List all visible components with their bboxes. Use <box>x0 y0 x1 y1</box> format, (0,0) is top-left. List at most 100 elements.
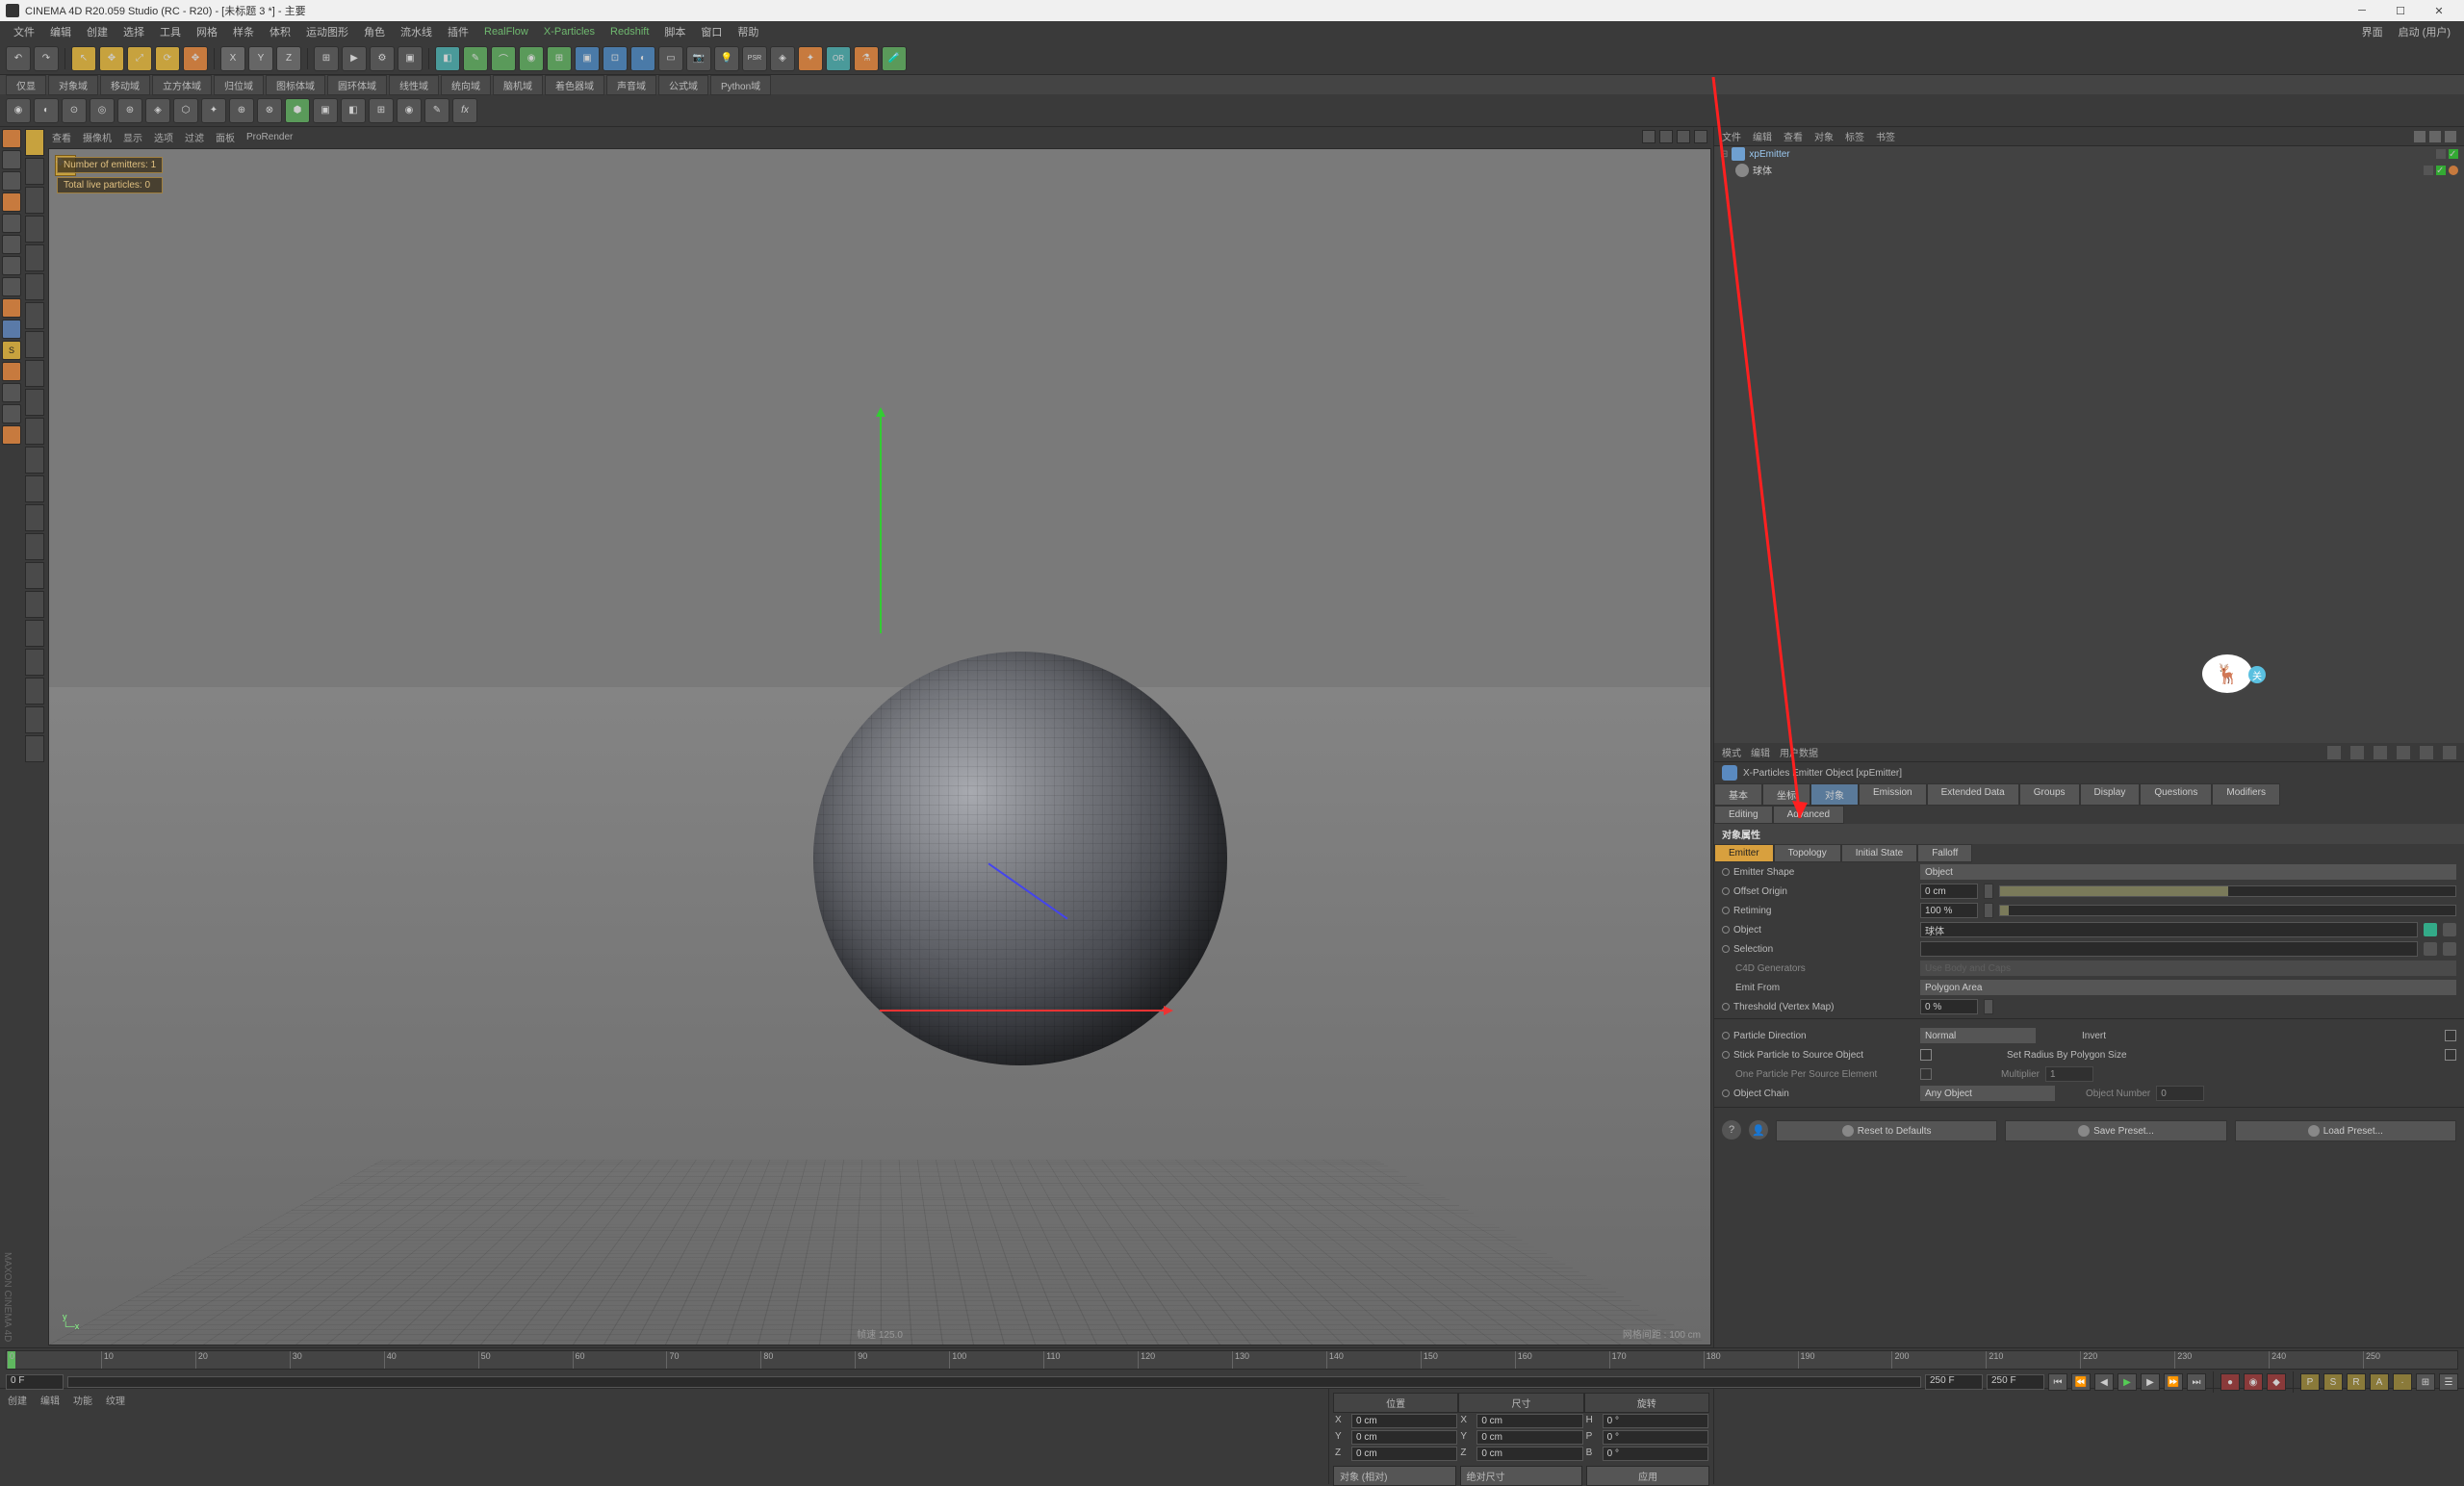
axis-x-gizmo[interactable] <box>880 1010 1168 1012</box>
render-view-button[interactable]: ▶ <box>342 46 367 71</box>
attr-nav-back[interactable] <box>2327 746 2341 759</box>
render-settings-button[interactable]: ⚙ <box>370 46 395 71</box>
spline-pen[interactable]: ✎ <box>463 46 488 71</box>
start-frame-input[interactable]: 0 F <box>6 1374 64 1390</box>
invert-checkbox[interactable] <box>2445 1030 2456 1041</box>
matmgr-menu-创建[interactable]: 创建 <box>8 1393 27 1407</box>
dock-b5[interactable] <box>2 214 21 233</box>
selection-clear-icon[interactable] <box>2443 942 2456 956</box>
menu-体积[interactable]: 体积 <box>262 24 298 39</box>
deformer-button[interactable]: ◐ <box>630 46 655 71</box>
x-axis-button[interactable]: X <box>220 46 245 71</box>
objmgr-menu-编辑[interactable]: 编辑 <box>1753 129 1772 143</box>
menu-流水线[interactable]: 流水线 <box>393 24 440 39</box>
viewmenu-过滤[interactable]: 过滤 <box>185 130 204 144</box>
lp-b4[interactable] <box>25 216 44 243</box>
lp-b15[interactable] <box>25 533 44 560</box>
vis-editor-toggle[interactable] <box>2436 149 2446 159</box>
selection-picker-icon[interactable] <box>2424 942 2437 956</box>
tool-b12[interactable]: ▣ <box>313 98 338 123</box>
xp-button[interactable]: ✦ <box>798 46 823 71</box>
tool-b1[interactable]: ◉ <box>6 98 31 123</box>
lp-b21[interactable] <box>25 706 44 733</box>
phong-tag-icon[interactable] <box>2449 166 2458 175</box>
attr-tab-基本[interactable]: 基本 <box>1714 783 1762 806</box>
rot-h-input[interactable]: 0 ° <box>1603 1414 1708 1428</box>
viewmenu-面板[interactable]: 面板 <box>216 130 235 144</box>
maximize-button[interactable]: ☐ <box>2381 0 2420 21</box>
attr-tab-Emission[interactable]: Emission <box>1859 783 1927 806</box>
menu-网格[interactable]: 网格 <box>189 24 225 39</box>
or-button[interactable]: OR <box>826 46 851 71</box>
chain-dropdown[interactable]: Any Object <box>1920 1086 2055 1101</box>
attr-tab-坐标[interactable]: 坐标 <box>1762 783 1810 806</box>
lp-b9[interactable] <box>25 360 44 387</box>
viewmenu-显示[interactable]: 显示 <box>123 130 142 144</box>
attr-tab-Modifiers[interactable]: Modifiers <box>2212 783 2280 806</box>
stick-checkbox[interactable] <box>1920 1049 1932 1061</box>
reset-defaults-button[interactable]: Reset to Defaults <box>1776 1120 1997 1141</box>
domain-tab[interactable]: 仅显 <box>6 75 46 95</box>
matmgr-menu-功能[interactable]: 功能 <box>73 1393 92 1407</box>
camera-button[interactable]: 📷 <box>686 46 711 71</box>
tool-b3[interactable]: ⊙ <box>62 98 87 123</box>
misc2-button[interactable]: 🧪 <box>882 46 907 71</box>
dock-b7[interactable] <box>2 256 21 275</box>
material-manager[interactable]: 创建编辑功能纹理 <box>0 1389 1328 1484</box>
misc-button[interactable]: ⚗ <box>854 46 879 71</box>
menu-Redshift[interactable]: Redshift <box>603 26 656 38</box>
attr-nav-up[interactable] <box>2374 746 2387 759</box>
menu-脚本[interactable]: 脚本 <box>656 24 693 39</box>
cloner-button[interactable]: ⊡ <box>603 46 628 71</box>
view-nav-1[interactable] <box>1642 130 1656 143</box>
objmgr-menu-查看[interactable]: 查看 <box>1784 129 1803 143</box>
close-button[interactable]: ✕ <box>2420 0 2458 21</box>
dock-b10[interactable] <box>2 320 21 339</box>
object-picker-icon[interactable] <box>2424 923 2437 936</box>
lp-b14[interactable] <box>25 504 44 531</box>
select-tool[interactable]: ↖ <box>71 46 96 71</box>
coord-apply-button[interactable]: 应用 <box>1586 1466 1709 1486</box>
tool-b8[interactable]: ✦ <box>201 98 226 123</box>
offset-origin-input[interactable]: 0 cm <box>1920 884 1978 899</box>
size-x-input[interactable]: 0 cm <box>1476 1414 1582 1428</box>
domain-tab[interactable]: 归位域 <box>214 75 264 95</box>
attr-subtab-Initial State[interactable]: Initial State <box>1841 844 1917 862</box>
attr-tab-Editing[interactable]: Editing <box>1714 806 1773 824</box>
attr-menu-user[interactable]: 用户数据 <box>1780 745 1818 759</box>
menu-帮助[interactable]: 帮助 <box>730 24 766 39</box>
domain-tab[interactable]: 圆环体域 <box>327 75 387 95</box>
view-nav-4[interactable] <box>1694 130 1707 143</box>
vis-render-toggle[interactable]: ✓ <box>2449 149 2458 159</box>
retiming-slider[interactable] <box>1999 905 2456 916</box>
save-preset-button[interactable]: Save Preset... <box>2005 1120 2226 1141</box>
lp-b5[interactable] <box>25 244 44 271</box>
attr-subtab-Falloff[interactable]: Falloff <box>1917 844 1972 862</box>
objmgr-filter-icon[interactable] <box>2429 131 2441 142</box>
menu-角色[interactable]: 角色 <box>356 24 393 39</box>
objmgr-opts-icon[interactable] <box>2445 131 2456 142</box>
size-z-input[interactable]: 0 cm <box>1476 1447 1582 1461</box>
domain-tab[interactable]: 线性域 <box>389 75 439 95</box>
lp-b13[interactable] <box>25 475 44 502</box>
help-icon[interactable]: ? <box>1722 1120 1741 1140</box>
menu-文件[interactable]: 文件 <box>6 24 42 39</box>
threshold-spinner[interactable] <box>1984 999 1993 1014</box>
domain-tab[interactable]: 脑机域 <box>493 75 543 95</box>
tool-b10[interactable]: ⊗ <box>257 98 282 123</box>
attr-tab-Questions[interactable]: Questions <box>2140 783 2212 806</box>
menu-RealFlow[interactable]: RealFlow <box>476 26 536 38</box>
timeline-ruler[interactable]: 0102030405060708090100110120130140150160… <box>6 1350 2458 1370</box>
spline-arc[interactable]: ⌒ <box>491 46 516 71</box>
array-button[interactable]: ⊞ <box>547 46 572 71</box>
dock-b14[interactable] <box>2 404 21 423</box>
lp-b17[interactable] <box>25 591 44 618</box>
domain-tab[interactable]: Python域 <box>710 75 771 95</box>
lp-b7[interactable] <box>25 302 44 329</box>
lp-b18[interactable] <box>25 620 44 647</box>
viewmenu-摄像机[interactable]: 摄像机 <box>83 130 112 144</box>
psr-button[interactable]: PSR <box>742 46 767 71</box>
attr-subtab-Topology[interactable]: Topology <box>1774 844 1841 862</box>
end-frame-input[interactable]: 250 F <box>1925 1374 1983 1390</box>
attr-tab-Advanced[interactable]: Advanced <box>1773 806 1844 824</box>
